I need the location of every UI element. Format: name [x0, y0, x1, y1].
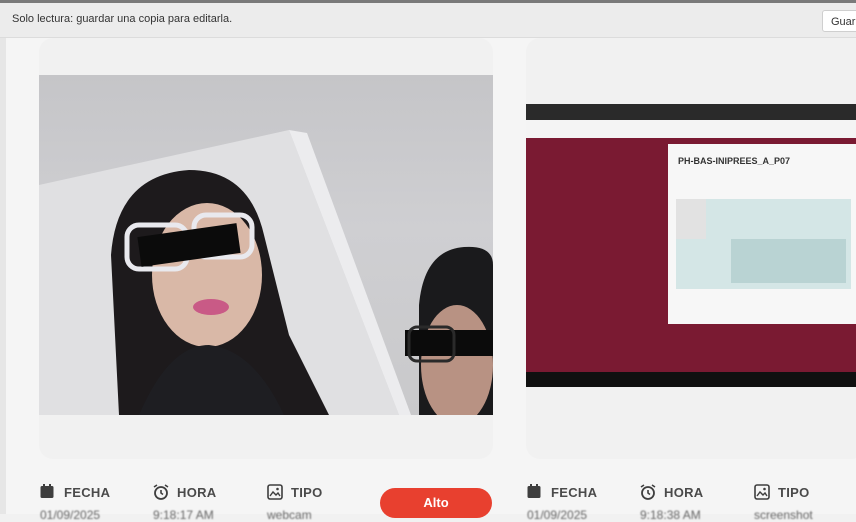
calendar-icon: [40, 484, 54, 498]
readonly-banner: Solo lectura: guardar una copia para edi…: [0, 3, 856, 38]
image-icon: [267, 484, 283, 500]
screenshot-photo[interactable]: PH-BAS-INIPREES_A_P07: [526, 104, 856, 387]
hora-value: 9:18:17 AM: [153, 508, 214, 522]
tipo-label: TIPO: [778, 485, 810, 500]
alarm-clock-icon: [640, 484, 656, 500]
readonly-message: Solo lectura: guardar una copia para edi…: [12, 13, 233, 25]
hora-value: 9:18:38 AM: [640, 508, 701, 522]
tipo-value: screenshot: [754, 508, 813, 522]
webcam-photo[interactable]: [39, 75, 493, 415]
image-icon: [754, 484, 770, 500]
screenshot-window-label: PH-BAS-INIPREES_A_P07: [678, 156, 791, 166]
screenshot-photo-image: [526, 104, 856, 387]
webcam-photo-image: [39, 130, 493, 415]
alarm-clock-icon: [153, 484, 169, 500]
hora-label: HORA: [177, 485, 217, 500]
fecha-label: FECHA: [551, 485, 598, 500]
fecha-value: 01/09/2025: [527, 508, 588, 522]
hora-label: HORA: [664, 485, 704, 500]
evidence-panel: PH-BAS-INIPREES_A_P07 FECHA HORA TIPO Al…: [0, 38, 856, 522]
tipo-value: webcam: [267, 508, 312, 522]
calendar-icon: [527, 484, 541, 498]
save-copy-button[interactable]: Guar: [822, 10, 856, 32]
tipo-label: TIPO: [291, 485, 323, 500]
left-edge: [0, 38, 6, 514]
fecha-label: FECHA: [64, 485, 111, 500]
fecha-value: 01/09/2025: [40, 508, 101, 522]
